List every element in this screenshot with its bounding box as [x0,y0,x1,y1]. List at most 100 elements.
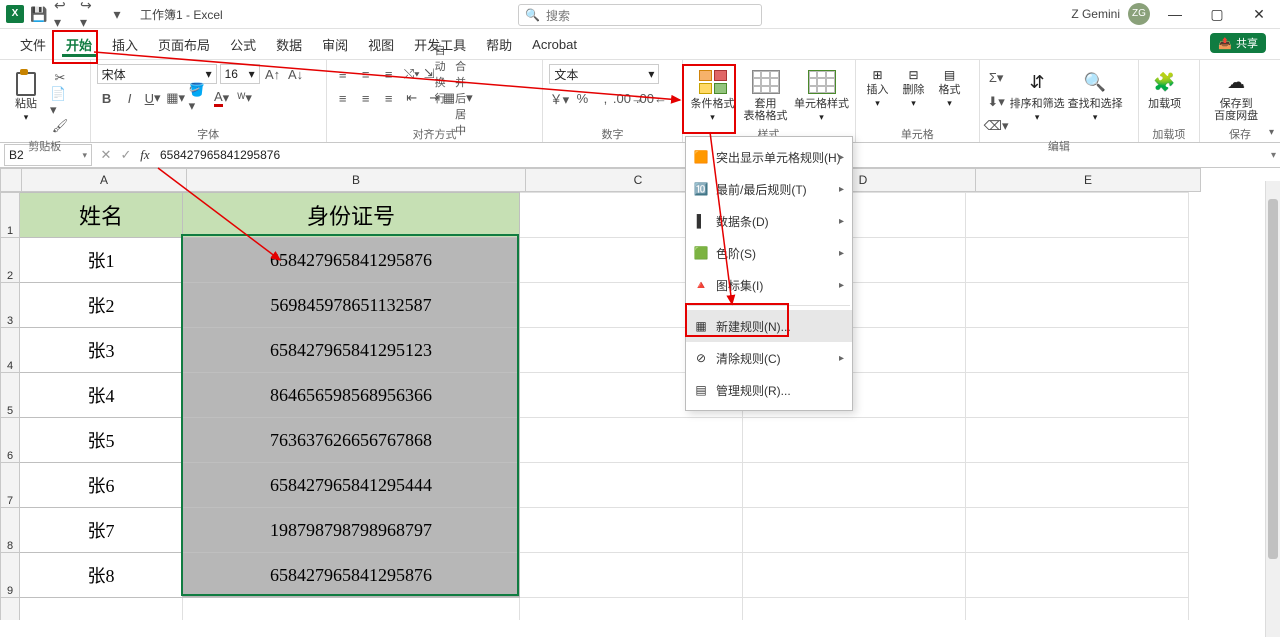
tab-acrobat[interactable]: Acrobat [522,29,587,59]
cell-styles-button[interactable]: 单元格样式 ▾ [795,64,849,123]
cell-B2[interactable]: 658427965841295876 [183,238,520,283]
tab-page-layout[interactable]: 页面布局 [148,29,220,59]
orientation-icon[interactable]: ⤭▾ [402,64,422,84]
tab-review[interactable]: 审阅 [312,29,358,59]
tell-me-search[interactable]: 🔍 搜索 [518,4,762,26]
col-header-A[interactable]: A [22,169,187,192]
tab-insert[interactable]: 插入 [102,29,148,59]
cell-B8[interactable]: 198798798798968797 [183,508,520,553]
align-middle-icon[interactable]: ≡ [356,64,376,84]
col-header-B[interactable]: B [187,169,526,192]
cell-A8[interactable]: 张7 [20,508,183,553]
underline-button[interactable]: U▾ [143,88,163,108]
insert-cells-button[interactable]: ⊞插入▾ [862,64,894,109]
format-painter-icon[interactable]: 🖌 [50,116,70,136]
cf-top-bottom-rules[interactable]: 🔟最前/最后规则(T)▸ [686,173,852,205]
tab-file[interactable]: 文件 [10,29,56,59]
cell-A2[interactable]: 张1 [20,238,183,283]
row-header-3[interactable]: 3 [1,283,20,328]
confirm-edit-icon[interactable]: ✓ [116,145,136,165]
row-header-5[interactable]: 5 [1,373,20,418]
cell-A6[interactable]: 张5 [20,418,183,463]
decrease-indent-icon[interactable]: ⇤ [402,88,422,108]
qat-undo-icon[interactable]: ↩ ▾ [54,3,76,25]
cell-D8[interactable] [743,508,966,553]
cell-E2[interactable] [966,238,1189,283]
cell-E9[interactable] [966,553,1189,598]
cell-A9[interactable]: 张8 [20,553,183,598]
cell-D10[interactable] [743,598,966,621]
row-header-1[interactable]: 1 [1,193,20,238]
cell-C8[interactable] [520,508,743,553]
col-header-E[interactable]: E [976,169,1201,192]
copy-icon[interactable]: 📄▾ [50,92,70,112]
tab-data[interactable]: 数据 [266,29,312,59]
merge-center-button[interactable]: ▦ 合并后居中▾ [448,88,468,108]
cut-icon[interactable]: ✂ [50,68,70,88]
row-header-8[interactable]: 8 [1,508,20,553]
align-bottom-icon[interactable]: ≡ [379,64,399,84]
bold-button[interactable]: B [97,88,117,108]
qat-more-icon[interactable]: ▾ [106,3,128,25]
baidu-save-button[interactable]: ☁保存到 百度网盘 [1206,64,1266,122]
account-avatar[interactable]: ZG [1128,3,1150,25]
qat-redo-icon[interactable]: ↪ ▾ [80,3,102,25]
row-header-6[interactable]: 6 [1,418,20,463]
cf-new-rule[interactable]: ▦新建规则(N)... [686,310,852,342]
italic-button[interactable]: I [120,88,140,108]
cf-highlight-rules[interactable]: 🟧突出显示单元格规则(H)▸ [686,141,852,173]
align-right-icon[interactable]: ≡ [379,88,399,108]
cell-A4[interactable]: 张3 [20,328,183,373]
cell-B5[interactable]: 864656598568956366 [183,373,520,418]
fx-icon[interactable]: fx [136,147,154,163]
row-header-9[interactable]: 9 [1,553,20,598]
cell-E6[interactable] [966,418,1189,463]
cf-data-bars[interactable]: ▌数据条(D)▸ [686,205,852,237]
font-size-input[interactable]: 16▾ [220,64,260,84]
cell-E4[interactable] [966,328,1189,373]
cell-B1[interactable]: 身份证号 [183,193,520,238]
decrease-font-icon[interactable]: A↓ [286,64,306,84]
increase-font-icon[interactable]: A↑ [263,64,283,84]
cell-A3[interactable]: 张2 [20,283,183,328]
row-header-10[interactable]: 10 [1,598,20,621]
select-all-corner[interactable] [1,169,22,192]
percent-icon[interactable]: % [572,88,592,108]
vertical-scrollbar[interactable] [1265,181,1280,637]
share-button[interactable]: 📤 共享 [1210,33,1266,53]
tab-help[interactable]: 帮助 [476,29,522,59]
sort-filter-button[interactable]: ⇵排序和筛选▾ [1010,64,1064,123]
wrap-text-button[interactable]: ⇲ 自动换行 [425,64,445,84]
cf-color-scales[interactable]: 🟩色阶(S)▸ [686,237,852,269]
cell-E5[interactable] [966,373,1189,418]
row-header-2[interactable]: 2 [1,238,20,283]
cell-C9[interactable] [520,553,743,598]
cell-A1[interactable]: 姓名 [20,193,183,238]
conditional-format-button[interactable]: 条件格式 ▾ [689,64,737,123]
fill-icon[interactable]: ⬇▾ [986,92,1006,112]
cell-E10[interactable] [966,598,1189,621]
autosum-icon[interactable]: Σ▾ [986,68,1006,88]
cell-A10[interactable] [20,598,183,621]
cell-D9[interactable] [743,553,966,598]
tab-home[interactable]: 开始 [56,29,102,59]
font-color-button[interactable]: A▾ [212,88,232,108]
close-button[interactable]: ✕ [1242,2,1276,26]
cell-C6[interactable] [520,418,743,463]
border-button[interactable]: ▦▾ [166,88,186,108]
row-header-7[interactable]: 7 [1,463,20,508]
min-button[interactable]: — [1158,2,1192,26]
cell-E8[interactable] [966,508,1189,553]
paste-button[interactable]: 粘贴 ▾ [6,64,46,123]
cell-B9[interactable]: 658427965841295876 [183,553,520,598]
collapse-ribbon-icon[interactable]: ▾ [1269,127,1274,138]
align-left-icon[interactable]: ≡ [333,88,353,108]
qat-save-icon[interactable]: 💾 [28,3,50,25]
cancel-edit-icon[interactable]: ✕ [96,145,116,165]
cell-E7[interactable] [966,463,1189,508]
phonetic-icon[interactable]: ᵂ▾ [235,88,255,108]
cf-manage-rules[interactable]: ▤管理规则(R)... [686,374,852,406]
expand-formula-icon[interactable]: ▾ [1271,150,1276,161]
fill-color-button[interactable]: 🪣▾ [189,88,209,108]
row-header-4[interactable]: 4 [1,328,20,373]
